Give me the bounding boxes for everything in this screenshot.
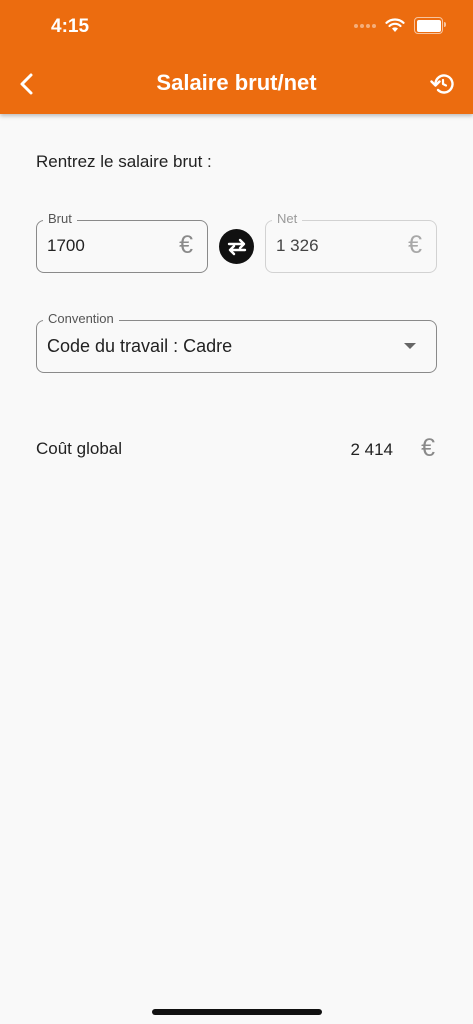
convention-select[interactable]: Convention Code du travail : Cadre [36, 311, 437, 373]
euro-icon: € [421, 434, 435, 462]
app-header: 4:15 Salaire brut/net [0, 0, 473, 114]
dropdown-arrow-icon[interactable] [404, 343, 416, 349]
history-icon [430, 74, 454, 94]
page-title: Salaire brut/net [156, 70, 317, 95]
wifi-icon [385, 18, 405, 32]
gross-salary-field[interactable]: Brut 1700 € [36, 211, 208, 273]
convention-value[interactable]: Code du travail : Cadre [47, 336, 232, 357]
reset-button[interactable] [427, 68, 459, 100]
euro-icon: € [179, 231, 193, 259]
total-cost-label: Coût global [36, 439, 123, 458]
gross-salary-prompt: Rentrez le salaire brut : [36, 152, 212, 171]
net-salary-label: Net [272, 211, 303, 226]
swap-arrows-icon [227, 238, 246, 255]
battery-icon [414, 17, 446, 34]
net-salary-value: 1 326 [276, 236, 319, 255]
status-icons [354, 17, 446, 34]
net-salary-field: Net 1 326 € [265, 211, 437, 273]
total-cost-value: 2 414 [350, 440, 393, 459]
euro-icon: € [408, 231, 422, 259]
status-time: 4:15 [51, 16, 90, 37]
gross-salary-value[interactable]: 1700 [47, 236, 85, 256]
home-indicator[interactable] [152, 1009, 322, 1015]
cellular-signal-icon [354, 23, 376, 28]
swap-button[interactable] [219, 229, 254, 264]
convention-label: Convention [43, 311, 119, 326]
gross-salary-label: Brut [43, 211, 77, 226]
